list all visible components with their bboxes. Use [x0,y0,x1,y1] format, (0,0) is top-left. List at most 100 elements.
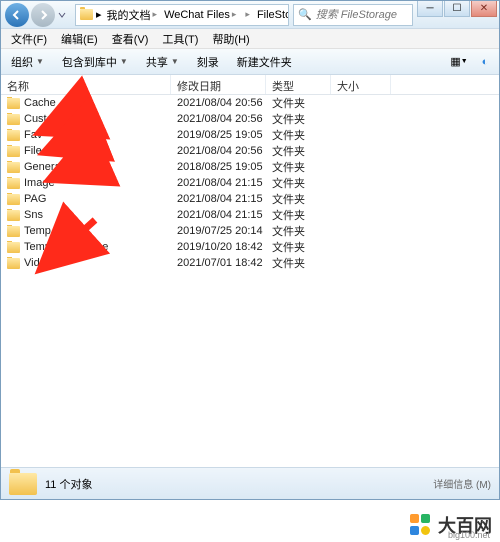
file-type: 文件夹 [266,175,331,191]
folder-icon [7,194,20,205]
file-type: 文件夹 [266,127,331,143]
view-mode-icon[interactable]: ▦▼ [451,54,467,70]
folder-icon [7,178,20,189]
file-type: 文件夹 [266,239,331,255]
folder-icon [7,114,20,125]
breadcrumb-1[interactable]: 我的文档▸ [105,7,160,23]
forward-button[interactable] [31,3,55,27]
table-row[interactable]: Sns2021/08/04 21:15文件夹 [1,207,499,223]
titlebar: ▸ 我的文档▸ WeChat Files▸ ▸ FileStorage ▾ ↻ … [1,1,499,29]
menu-help[interactable]: 帮助(H) [206,29,255,49]
file-name: CustomEmoji [24,113,89,125]
watermark: 大百网 big100.net [410,512,492,538]
file-list[interactable]: Cache2021/08/04 20:56文件夹CustomEmoji2021/… [1,95,499,467]
file-type: 文件夹 [266,191,331,207]
history-dropdown[interactable] [57,5,67,25]
file-type: 文件夹 [266,95,331,111]
minimize-button[interactable]: ─ [417,1,443,17]
folder-icon [7,162,20,173]
file-name: Temp [24,225,51,237]
status-bar: 11 个对象 详细信息 (M) [1,467,499,499]
folder-icon [7,146,20,157]
close-button[interactable]: ✕ [471,1,497,17]
breadcrumb-label: 我的文档 [107,7,151,23]
table-row[interactable]: CustomEmoji 2021/08/04 20:56文件夹 [1,111,499,127]
breadcrumb-4[interactable]: FileStorage [255,9,289,21]
toolbar-share[interactable]: 共享▼ [142,52,183,72]
menu-tools[interactable]: 工具(T) [156,29,204,49]
table-row[interactable]: PAG 2021/08/04 21:15文件夹 [1,191,499,207]
breadcrumb-3[interactable]: ▸ [241,9,252,20]
file-type: 文件夹 [266,143,331,159]
file-name: PAG [24,193,46,205]
back-button[interactable] [5,3,29,27]
status-details: 详细信息 (M) [433,476,491,491]
table-row[interactable]: Video 2021/07/01 18:42文件夹 [1,255,499,271]
column-size[interactable]: 大小 [331,75,391,94]
table-row[interactable]: TempFromPhone 2019/10/20 18:42文件夹 [1,239,499,255]
table-row[interactable]: Temp2019/07/25 20:14文件夹 [1,223,499,239]
breadcrumb-label: WeChat Files [164,9,230,21]
file-date: 2018/08/25 19:05 [171,161,266,173]
watermark-url: big100.net [448,530,490,540]
file-type: 文件夹 [266,111,331,127]
folder-icon [7,258,20,269]
column-name[interactable]: 名称 [1,75,171,94]
table-row[interactable]: General 2018/08/25 19:05文件夹 [1,159,499,175]
folder-icon [7,242,20,253]
explorer-window: ▸ 我的文档▸ WeChat Files▸ ▸ FileStorage ▾ ↻ … [0,0,500,500]
menu-bar: 文件(F) 编辑(E) 查看(V) 工具(T) 帮助(H) [1,29,499,49]
search-icon: 🔍 [298,8,312,21]
file-name: General [24,161,63,173]
file-name: Video [24,257,52,269]
window-controls: ─ ☐ ✕ [417,1,497,17]
toolbar-burn[interactable]: 刻录 [193,52,223,72]
status-count: 11 个对象 [45,476,92,492]
search-input[interactable] [316,9,406,21]
file-type: 文件夹 [266,255,331,271]
file-type: 文件夹 [266,223,331,239]
column-headers: 名称 修改日期 类型 大小 [1,75,499,95]
file-date: 2019/10/20 18:42 [171,241,266,253]
file-date: 2021/08/04 20:56 [171,113,266,125]
file-name: File [24,145,42,157]
toolbar: 组织▼ 包含到库中▼ 共享▼ 刻录 新建文件夹 ▦▼ ◐ [1,49,499,75]
menu-view[interactable]: 查看(V) [106,29,155,49]
table-row[interactable]: Cache 2021/08/04 20:56文件夹 [1,95,499,111]
address-bar[interactable]: ▸ 我的文档▸ WeChat Files▸ ▸ FileStorage ▾ ↻ [75,4,289,26]
file-name: TempFromPhone [24,241,108,253]
file-name: Sns [24,209,43,221]
file-date: 2021/08/04 21:15 [171,209,266,221]
toolbar-organize[interactable]: 组织▼ [7,52,48,72]
maximize-button[interactable]: ☐ [444,1,470,17]
help-icon[interactable]: ◐ [477,54,493,70]
folder-icon [7,98,20,109]
toolbar-include[interactable]: 包含到库中▼ [58,52,132,72]
chevron-right-icon: ▸ [96,8,102,21]
file-name: Fav [24,129,42,141]
folder-icon [7,130,20,141]
breadcrumb-label: FileStorage [257,9,289,21]
file-name: Image [24,177,55,189]
column-date[interactable]: 修改日期 [171,75,266,94]
toolbar-new-folder[interactable]: 新建文件夹 [233,52,296,72]
folder-icon [7,210,20,221]
table-row[interactable]: Image2021/08/04 21:15文件夹 [1,175,499,191]
file-date: 2019/08/25 19:05 [171,129,266,141]
table-row[interactable]: File 2021/08/04 20:56文件夹 [1,143,499,159]
column-type[interactable]: 类型 [266,75,331,94]
file-type: 文件夹 [266,159,331,175]
file-date: 2021/08/04 20:56 [171,145,266,157]
file-date: 2021/08/04 20:56 [171,97,266,109]
search-box[interactable]: 🔍 [293,4,413,26]
file-date: 2021/07/01 18:42 [171,257,266,269]
menu-file[interactable]: 文件(F) [5,29,53,49]
breadcrumb-2[interactable]: WeChat Files▸ [162,9,238,21]
menu-edit[interactable]: 编辑(E) [55,29,104,49]
nav-buttons [1,3,71,27]
file-name: Cache [24,97,56,109]
file-date: 2021/08/04 21:15 [171,193,266,205]
folder-icon [9,473,37,495]
watermark-logo-icon [410,514,432,536]
table-row[interactable]: Fav 2019/08/25 19:05文件夹 [1,127,499,143]
